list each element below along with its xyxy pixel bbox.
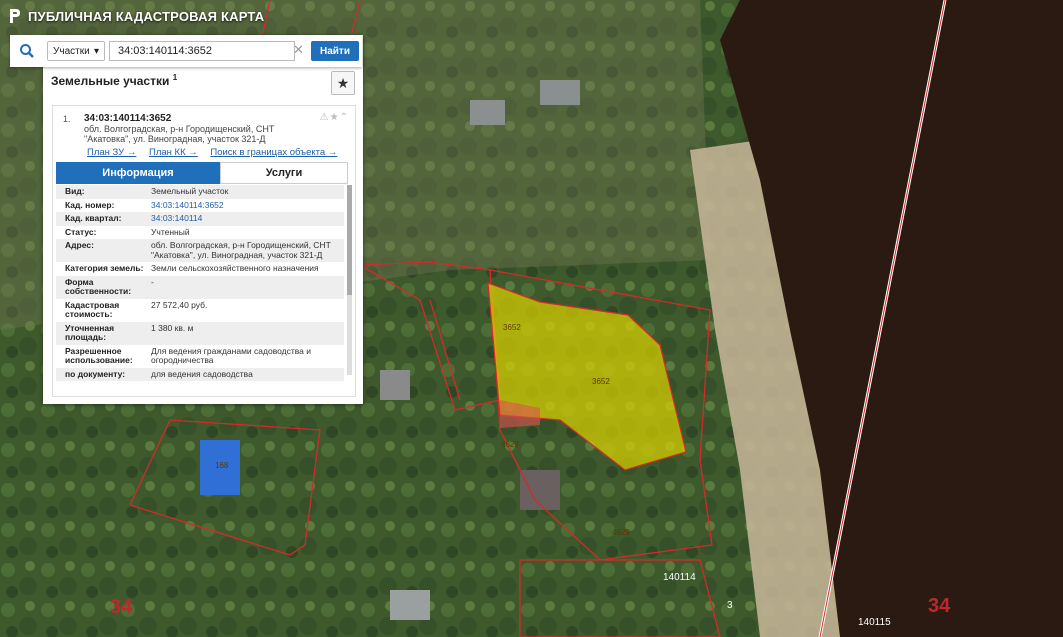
house-roof xyxy=(390,590,430,620)
chevron-down-icon: ▾ xyxy=(93,45,99,57)
card-actions: ⚠★⌃ xyxy=(320,112,349,123)
app-header: ПУБЛИЧНАЯ КАДАСТРОВАЯ КАРТА xyxy=(8,6,264,26)
table-row: Кад. номер: 34:03:140114:3652 xyxy=(65,199,224,210)
table-row: Адрес: обл. Волгоградская, р-н Городищенс… xyxy=(56,239,344,262)
parcel-label: 4629 xyxy=(501,440,519,449)
result-address: обл. Волгоградская, р-н Городищенский, С… xyxy=(84,124,275,144)
rosreestr-logo-icon xyxy=(10,9,20,23)
region-label: 34 xyxy=(928,595,951,617)
find-button[interactable]: Найти xyxy=(311,41,359,61)
table-row: Кад. квартал: 34:03:140114 xyxy=(56,212,344,226)
table-row: Уточненная площадь: 1 380 кв. м xyxy=(56,321,344,345)
plan-kk-link[interactable]: План КК → xyxy=(149,147,198,158)
search-in-bounds-link[interactable]: Поиск в границах объекта → xyxy=(210,147,337,158)
table-row: по документу: для ведения садоводства xyxy=(56,367,344,381)
chevron-up-icon[interactable]: ⌃ xyxy=(340,112,349,123)
house-roof xyxy=(380,370,410,400)
card-links: План ЗУ → План КК → Поиск в границах объ… xyxy=(87,147,347,158)
search-input[interactable] xyxy=(109,41,295,61)
star-icon: ★ xyxy=(336,74,350,91)
category-select[interactable]: Участки ▾ xyxy=(47,41,105,61)
house-roof xyxy=(540,80,580,105)
search-icon[interactable] xyxy=(10,35,44,67)
app-title: ПУБЛИЧНАЯ КАДАСТРОВАЯ КАРТА xyxy=(28,8,265,24)
table-row: Вид: Земельный участок xyxy=(56,185,344,199)
result-index: 1. xyxy=(63,114,71,124)
info-panel: Земельные участки 1 ★ 1. 34:03:140114:36… xyxy=(43,35,363,404)
result-card[interactable]: 1. 34:03:140114:3652 обл. Волгоградская,… xyxy=(52,105,356,397)
search-bar: Участки ▾ ✕ Найти xyxy=(10,35,362,67)
table-row: Статус: Учтенный xyxy=(65,226,190,237)
table-row: Форма собственности: - xyxy=(56,275,344,299)
tab-info[interactable]: Информация xyxy=(56,162,220,184)
parcel-label: 3652 xyxy=(503,323,521,332)
table-row: Разрешенное использование: Для ведения гр… xyxy=(65,345,312,365)
table-row: Кадастровая стоимость: 27 572,40 руб. xyxy=(65,299,208,319)
region-label: 34 xyxy=(110,596,133,618)
section-count: 1 xyxy=(172,73,178,82)
quarter-label: 140115 xyxy=(858,617,891,628)
info-table: Вид: Земельный участок Кад. номер: 34:03:1… xyxy=(56,185,344,381)
plan-zu-link[interactable]: План ЗУ → xyxy=(87,147,136,158)
favorite-button[interactable]: ★ xyxy=(331,71,355,95)
parcel-label: 3652 xyxy=(592,377,610,386)
scroll-thumb[interactable] xyxy=(347,185,352,295)
cad-number-title[interactable]: 34:03:140114:3652 xyxy=(84,113,171,124)
warning-icon[interactable]: ⚠ xyxy=(320,112,330,123)
star-outline-icon[interactable]: ★ xyxy=(330,112,340,123)
close-icon[interactable]: ✕ xyxy=(293,42,304,58)
quarter-label: 3 xyxy=(727,600,733,611)
quarter-label: 140114 xyxy=(663,572,696,583)
parcel-label: 168 xyxy=(215,461,229,470)
table-row: Категория земель: Земли сельскохозяйствен… xyxy=(65,263,319,273)
scrollbar[interactable] xyxy=(347,185,352,375)
tab-services[interactable]: Услуги xyxy=(220,162,348,184)
parcel-label: 4629 xyxy=(612,528,630,537)
house-roof xyxy=(470,100,505,125)
section-title: Земельные участки 1 xyxy=(51,73,178,88)
